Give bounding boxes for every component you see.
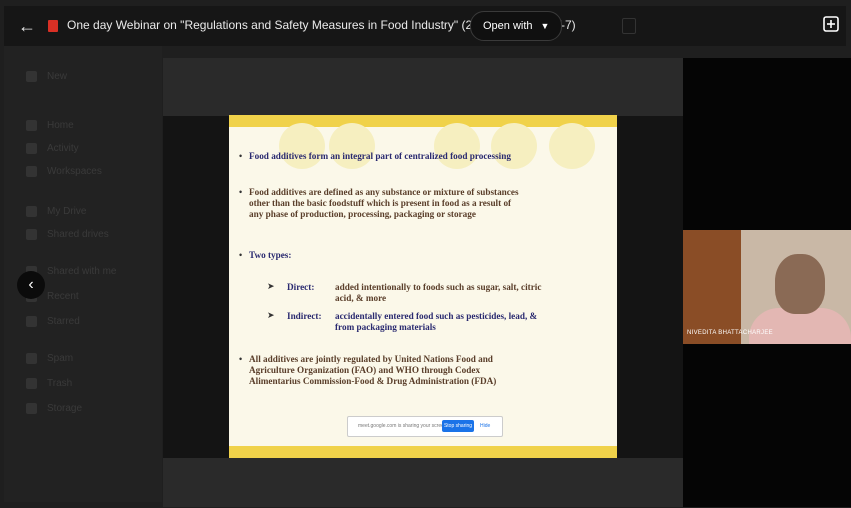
bullet-dot: • xyxy=(239,187,243,197)
indirect-line-2: from packaging materials xyxy=(335,322,436,332)
plus-icon xyxy=(26,70,37,82)
direct-line-2: acid, & more xyxy=(335,293,387,303)
sidebar-item-label: New xyxy=(47,70,68,82)
hide-button[interactable]: Hide xyxy=(480,423,490,429)
sidebar-item-label: My Drive xyxy=(47,205,87,217)
sidebar-item-label: Home xyxy=(47,119,74,131)
open-with-label: Open with xyxy=(483,20,533,32)
sidebar-item-label: Spam xyxy=(47,352,74,364)
slide-bottom-band xyxy=(229,446,617,458)
screen-share-bar: meet.google.com is sharing your screen. … xyxy=(347,416,503,437)
slide-bullet-3: Two types: xyxy=(249,250,292,260)
caret-down-icon: ▼ xyxy=(540,21,550,31)
print-icon[interactable] xyxy=(622,18,636,34)
sidebar-item-label: Shared drives xyxy=(47,228,109,240)
app-window: ← One day Webinar on "Regulations and Sa… xyxy=(0,0,851,508)
decor-circle xyxy=(329,123,375,169)
viewer-toolbar: ← One day Webinar on "Regulations and Sa… xyxy=(4,6,846,46)
sidebar-item-activity[interactable]: Activity xyxy=(26,141,79,155)
spam-icon xyxy=(26,352,37,364)
bullet-dot: • xyxy=(239,151,243,161)
participant-face xyxy=(775,254,825,314)
slide-top-band xyxy=(229,115,617,127)
workspaces-icon xyxy=(26,165,37,177)
shared-drive-icon xyxy=(26,228,37,240)
direct-line-1: added intentionally to foods such as sug… xyxy=(335,282,542,292)
sidebar-item-storage[interactable]: Storage xyxy=(26,401,82,415)
decor-circle xyxy=(491,123,537,169)
slide-bullet-1: Food additives form an integral part of … xyxy=(249,151,511,161)
slide-bullet-4-line-1: All additives are jointly regulated by U… xyxy=(249,354,493,364)
slide-bullet-2-line-3: any phase of production, processing, pac… xyxy=(249,209,476,219)
viewer-bottom-strip xyxy=(163,458,683,507)
slide-bullet-2-line-2: other than the basic foodstuff which is … xyxy=(249,198,512,208)
file-title: One day Webinar on "Regulations and Safe… xyxy=(67,18,505,32)
webcam-tile[interactable]: NIVEDITA BHATTACHARJEE xyxy=(683,230,851,344)
arrow-bullet-icon: ➤ xyxy=(267,311,275,321)
indirect-key: Indirect: xyxy=(287,311,322,321)
slide-bullet-4-line-2: Agriculture Organization (FAO) and WHO t… xyxy=(249,365,481,375)
direct-key: Direct: xyxy=(287,282,315,292)
bullet-dot: • xyxy=(239,250,243,260)
activity-icon xyxy=(26,142,37,154)
sidebar-item-spam[interactable]: Spam xyxy=(26,351,73,365)
drive-icon xyxy=(26,205,37,217)
chevron-left-icon: ‹ xyxy=(28,276,34,293)
sidebar-item-workspaces[interactable]: Workspaces xyxy=(26,164,102,178)
sidebar-item-starred[interactable]: Starred xyxy=(26,314,80,328)
webcam-background xyxy=(683,230,741,344)
sidebar-item-label: Starred xyxy=(47,315,80,327)
presentation-slide: • Food additives form an integral part o… xyxy=(229,115,617,458)
sidebar-item-shared-drives[interactable]: Shared drives xyxy=(26,227,109,241)
open-with-button[interactable]: Open with ▼ xyxy=(470,11,563,41)
home-icon xyxy=(26,119,37,131)
sidebar-item-home[interactable]: Home xyxy=(26,118,74,132)
indirect-line-1: accidentally entered food such as pestic… xyxy=(335,311,538,321)
file-type-icon xyxy=(48,20,58,32)
sidebar-item-label: Trash xyxy=(47,377,73,389)
arrow-left-icon[interactable]: ← xyxy=(18,16,36,36)
sidebar-item-trash[interactable]: Trash xyxy=(26,376,72,390)
sidebar-item-label: Storage xyxy=(47,402,83,414)
decor-circle xyxy=(279,123,325,169)
trash-icon xyxy=(26,377,37,389)
sidebar-item-label: Recent xyxy=(47,290,79,302)
slide-bullet-2-line-1: Food additives are defined as any substa… xyxy=(249,187,519,197)
sidebar-item-label: Shared with me xyxy=(47,265,117,277)
sidebar-item-my-drive[interactable]: My Drive xyxy=(26,204,86,218)
participant-name: NIVEDITA BHATTACHARJEE xyxy=(687,330,773,336)
new-button[interactable]: New xyxy=(26,69,67,83)
stop-sharing-button[interactable]: Stop sharing xyxy=(442,420,474,432)
slide-bullet-4-line-3: Alimentarius Commission-Food & Drug Admi… xyxy=(249,376,497,386)
bullet-dot: • xyxy=(239,354,243,364)
add-to-drive-icon[interactable] xyxy=(822,15,840,33)
viewer-top-strip xyxy=(163,58,683,116)
sidebar-item-label: Workspaces xyxy=(47,165,102,177)
previous-file-button[interactable]: ‹ xyxy=(17,271,45,299)
cloud-icon xyxy=(26,402,37,414)
star-icon xyxy=(26,315,37,327)
arrow-bullet-icon: ➤ xyxy=(267,282,275,292)
decor-circle xyxy=(434,123,480,169)
decor-circle xyxy=(549,123,595,169)
sidebar-item-label: Activity xyxy=(47,142,79,154)
share-notice: meet.google.com is sharing your screen. xyxy=(358,423,449,429)
